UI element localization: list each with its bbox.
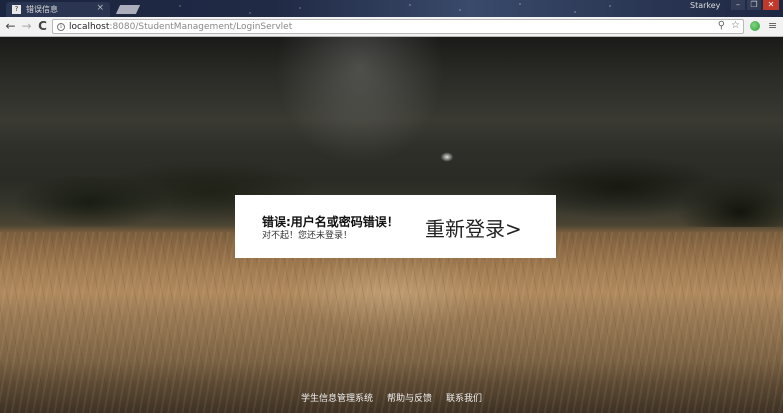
close-window-button[interactable]: ✕ [763,0,779,10]
profile-name[interactable]: Starkey [690,1,720,10]
footer-link-contact[interactable]: 联系我们 [446,391,482,405]
forward-arrow-icon[interactable]: → [20,20,33,33]
browser-tab-bar: ? 错误信息 × Starkey – ❐ ✕ [0,0,783,17]
error-message-box: 错误:用户名或密码错误！ 对不起！您还未登录！ 重新登录> [235,195,556,258]
footer-links: 学生信息管理系统 帮助与反馈 联系我们 [0,391,783,405]
url-path: :8080/StudentManagement/LoginServlet [109,21,293,32]
footer-link-system[interactable]: 学生信息管理系统 [301,391,373,405]
browser-tab[interactable]: ? 错误信息 × [6,2,110,17]
tab-title: 错误信息 [26,5,58,14]
reload-icon[interactable]: C [36,20,49,33]
maximize-button[interactable]: ❐ [747,0,761,10]
page-info-icon[interactable]: i [57,22,65,31]
address-bar[interactable]: i localhost :8080/StudentManagement/Logi… [52,19,744,34]
new-tab-button[interactable] [115,5,141,14]
url-host: localhost [69,21,110,32]
error-subtitle: 对不起！您还未登录！ [262,231,353,241]
browser-menu-icon[interactable]: ≡ [768,19,777,32]
bookmark-star-icon[interactable]: ☆ [731,20,740,31]
browser-toolbar: ← → C i localhost :8080/StudentManagemen… [0,17,783,37]
tab-close-icon[interactable]: × [96,3,104,13]
page-favicon-icon: ? [12,5,21,14]
footer-link-help[interactable]: 帮助与反馈 [387,391,432,405]
relogin-link[interactable]: 重新登录> [425,213,522,242]
minimize-button[interactable]: – [731,0,745,10]
page-background: 错误:用户名或密码错误！ 对不起！您还未登录！ 重新登录> 学生信息管理系统 帮… [0,37,783,413]
extension-icon[interactable] [750,21,760,31]
back-arrow-icon[interactable]: ← [4,20,17,33]
key-icon[interactable]: ⚲ [718,20,725,31]
window-controls: – ❐ ✕ [729,0,779,12]
